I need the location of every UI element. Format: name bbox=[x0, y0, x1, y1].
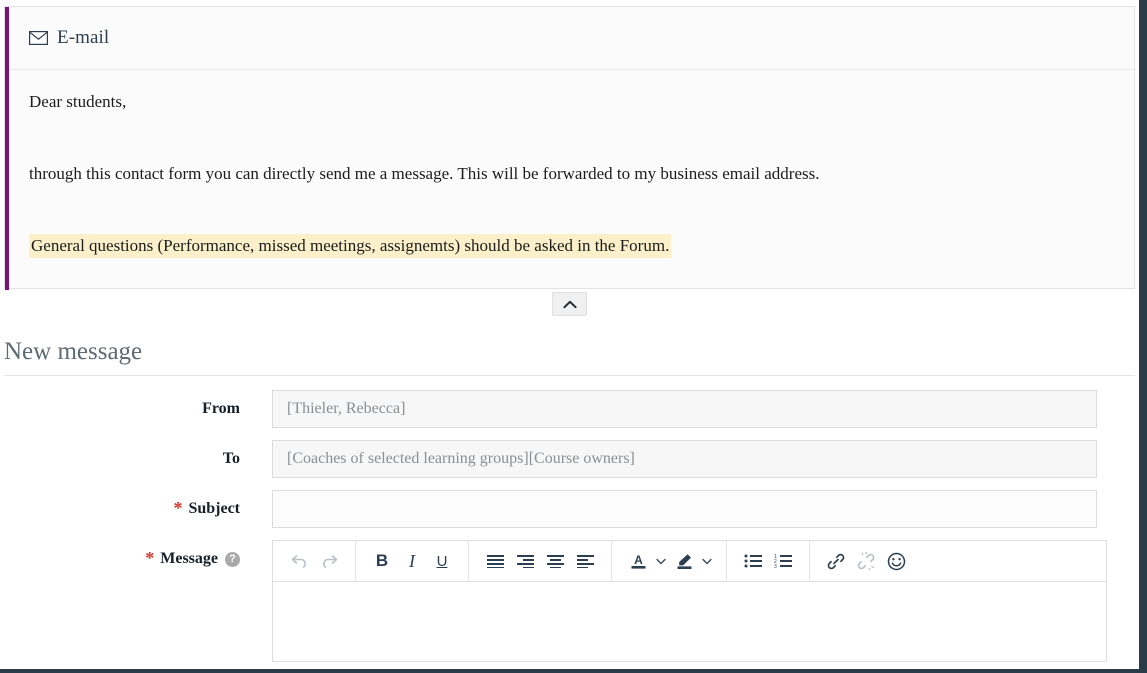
italic-icon[interactable]: I bbox=[397, 541, 427, 581]
required-asterisk: * bbox=[145, 548, 155, 568]
editor-toolbar: B I U A 1 2 3 bbox=[272, 540, 1107, 582]
subject-label-text: Subject bbox=[188, 500, 240, 517]
new-message-form: From To * Subject * Message? bbox=[0, 390, 1139, 669]
panel-paragraph-highlighted: General questions (Performance, missed m… bbox=[29, 234, 1110, 258]
from-field bbox=[272, 390, 1097, 428]
italic-label: I bbox=[409, 550, 415, 571]
highlight-color-icon[interactable] bbox=[669, 541, 699, 581]
help-icon[interactable]: ? bbox=[225, 552, 240, 567]
toolbar-group-insert bbox=[810, 541, 1106, 581]
section-divider bbox=[4, 375, 1135, 376]
numbered-list-icon[interactable]: 123 bbox=[768, 541, 798, 581]
form-row-from: From bbox=[0, 390, 1139, 428]
highlight-color-chevron-down-icon[interactable] bbox=[699, 541, 715, 581]
undo-icon[interactable] bbox=[284, 541, 314, 581]
underline-icon[interactable]: U bbox=[427, 541, 457, 581]
chevron-up-icon bbox=[562, 300, 577, 309]
text-color-chevron-down-icon[interactable] bbox=[653, 541, 669, 581]
align-left-icon[interactable] bbox=[570, 541, 600, 581]
toolbar-group-color: A bbox=[612, 541, 727, 581]
bold-icon[interactable]: B bbox=[367, 541, 397, 581]
bullet-list-icon[interactable] bbox=[738, 541, 768, 581]
page-title: New message bbox=[4, 338, 143, 365]
required-asterisk: * bbox=[173, 498, 183, 518]
email-info-panel: E-mail Dear students, through this conta… bbox=[4, 6, 1135, 290]
collapse-panel-button[interactable] bbox=[552, 292, 587, 316]
emoji-icon[interactable] bbox=[881, 541, 911, 581]
toolbar-group-alignment bbox=[469, 541, 612, 581]
form-row-subject: * Subject bbox=[0, 490, 1139, 528]
align-center-icon[interactable] bbox=[540, 541, 570, 581]
underline-label: U bbox=[436, 552, 448, 570]
align-right-icon[interactable] bbox=[510, 541, 540, 581]
toolbar-group-history bbox=[273, 541, 356, 581]
panel-paragraph-intro: through this contact form you can direct… bbox=[29, 164, 820, 183]
message-editor: B I U A 1 2 3 bbox=[272, 540, 1107, 662]
toolbar-group-lists: 123 bbox=[727, 541, 810, 581]
redo-icon[interactable] bbox=[314, 541, 344, 581]
email-contact-form-page: E-mail Dear students, through this conta… bbox=[0, 0, 1143, 671]
unlink-icon[interactable] bbox=[851, 541, 881, 581]
text-color-icon[interactable]: A bbox=[623, 541, 653, 581]
to-label: To bbox=[222, 450, 240, 467]
message-label: * Message? bbox=[0, 540, 272, 578]
envelope-icon bbox=[29, 31, 48, 45]
svg-text:A: A bbox=[634, 553, 643, 567]
message-content-area[interactable] bbox=[272, 582, 1107, 662]
to-field bbox=[272, 440, 1097, 478]
panel-title: E-mail bbox=[57, 27, 110, 48]
panel-header: E-mail bbox=[9, 7, 1134, 70]
highlighted-text: General questions (Performance, missed m… bbox=[29, 234, 672, 258]
panel-paragraph-greeting: Dear students, bbox=[29, 92, 127, 111]
link-icon[interactable] bbox=[821, 541, 851, 581]
toolbar-group-text-style: B I U bbox=[356, 541, 469, 581]
subject-label: * Subject bbox=[0, 490, 272, 528]
subject-input[interactable] bbox=[272, 490, 1097, 528]
message-label-text: Message bbox=[160, 550, 218, 567]
form-row-message: * Message? B I U A 1 2 3 bbox=[0, 540, 1139, 662]
svg-text:3: 3 bbox=[774, 564, 777, 568]
align-justify-icon[interactable] bbox=[480, 541, 510, 581]
bold-label: B bbox=[375, 551, 389, 570]
from-label: From bbox=[202, 400, 240, 417]
form-row-to: To bbox=[0, 440, 1139, 478]
panel-body: Dear students, through this contact form… bbox=[9, 70, 1134, 288]
